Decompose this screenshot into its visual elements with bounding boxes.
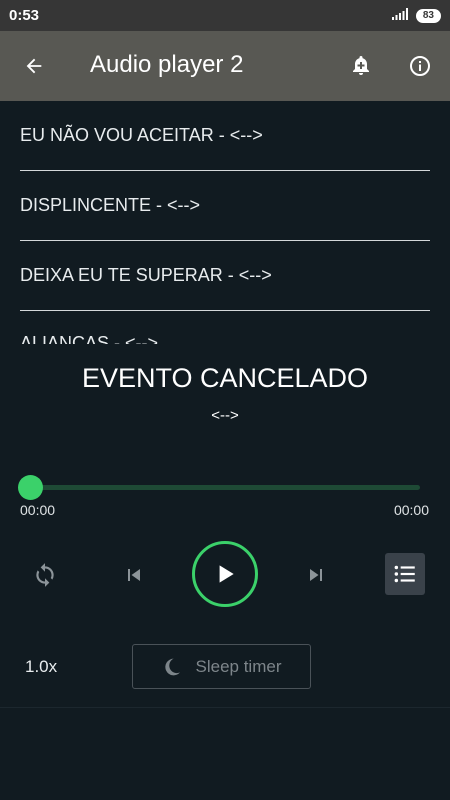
current-time: 00:00 — [20, 502, 56, 518]
now-playing-title: EVENTO CANCELADO — [81, 363, 369, 393]
skip-previous-icon — [128, 569, 140, 581]
previous-button[interactable] — [114, 555, 154, 595]
next-button[interactable] — [296, 555, 336, 595]
queue-button[interactable] — [385, 553, 425, 595]
page-title: Audio player 2 — [90, 51, 244, 78]
playback-speed[interactable]: 1.0x — [25, 657, 57, 677]
repeat-button[interactable] — [25, 555, 65, 595]
info-icon — [410, 56, 430, 76]
track-item[interactable]: EU NÃO VOU ACEITAR - <--> — [20, 101, 430, 171]
signal-icon — [391, 7, 408, 25]
track-item[interactable]: DEIXA EU TE SUPERAR - <--> — [20, 241, 430, 311]
seek-bar[interactable] — [30, 485, 420, 490]
arrow-back-icon — [26, 58, 42, 74]
skip-next-icon — [310, 569, 322, 581]
play-button[interactable] — [192, 541, 258, 607]
sleep-timer-button[interactable]: Sleep timer — [132, 644, 311, 689]
track-list[interactable]: EU NÃO VOU ACEITAR - <--> DISPLINCENTE -… — [0, 101, 450, 344]
info-button[interactable] — [400, 46, 440, 86]
status-bar: 0:53 83 — [0, 0, 450, 31]
back-button[interactable] — [14, 46, 54, 86]
now-playing-artist: <--> — [211, 407, 239, 424]
battery-icon: 83 — [415, 8, 441, 23]
track-item[interactable]: DISPLINCENTE - <--> — [20, 171, 430, 241]
queue-list-icon — [394, 565, 415, 583]
track-item[interactable]: ALIANÇAS - <--> — [20, 311, 430, 344]
divider — [0, 707, 450, 708]
seek-thumb[interactable] — [18, 475, 43, 500]
sleep-timer-label: Sleep timer — [195, 656, 282, 676]
status-time: 0:53 — [9, 7, 40, 24]
total-duration: 00:00 — [393, 502, 429, 518]
repeat-icon — [36, 563, 54, 587]
play-icon — [219, 565, 234, 583]
alarm-button[interactable] — [341, 46, 381, 86]
bell-add-icon — [353, 56, 369, 75]
app-bar: Audio player 2 — [0, 31, 450, 101]
status-icons: 83 — [391, 7, 441, 25]
moon-icon — [164, 658, 180, 675]
